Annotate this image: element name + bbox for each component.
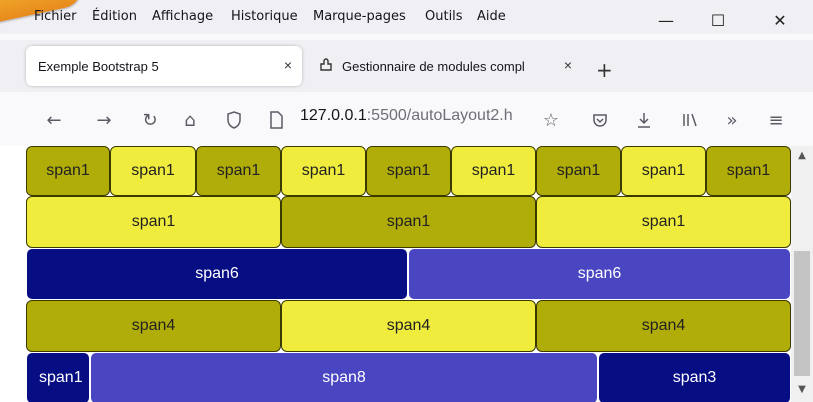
menu-marque-pages[interactable]: Marque-pages xyxy=(313,9,406,24)
page-icon[interactable] xyxy=(262,106,290,134)
span-cell: span1 xyxy=(536,146,621,196)
span-cell: span1 xyxy=(451,146,536,196)
menu-icon[interactable]: ≡ xyxy=(762,106,790,134)
forward-icon[interactable]: → xyxy=(90,106,118,134)
menu-aide[interactable]: Aide xyxy=(477,9,506,24)
scroll-up-icon[interactable]: ▲ xyxy=(791,150,813,161)
url-path: :5500/autoLayout2.h xyxy=(366,107,513,124)
close-tab-icon[interactable]: × xyxy=(284,57,292,73)
vertical-scrollbar[interactable]: ▲ ▼ xyxy=(791,146,813,402)
home-icon[interactable]: ⌂ xyxy=(176,106,204,134)
back-icon[interactable]: ← xyxy=(40,106,68,134)
reload-icon[interactable]: ↻ xyxy=(136,106,164,134)
tab-title: Exemple Bootstrap 5 xyxy=(38,58,159,74)
span-cell: span4 xyxy=(26,300,281,352)
tab-exemple-bootstrap[interactable]: Exemple Bootstrap 5 × xyxy=(26,46,302,86)
library-icon[interactable] xyxy=(676,106,704,134)
menu-historique[interactable]: Historique xyxy=(231,9,298,24)
tab-bar: Exemple Bootstrap 5 × Gestionnaire de mo… xyxy=(0,40,813,92)
menu-outils[interactable]: Outils xyxy=(425,9,463,24)
grid-row-3: span6 span6 xyxy=(26,248,791,300)
span-cell: span1 xyxy=(26,146,110,196)
scroll-down-icon[interactable]: ▼ xyxy=(791,384,813,395)
menu-bar: Fichier Édition Affichage Historique Mar… xyxy=(0,0,813,34)
span-cell: span1 xyxy=(281,146,366,196)
new-tab-button[interactable]: + xyxy=(596,58,613,82)
span-cell: span1 xyxy=(621,146,706,196)
span-cell: span1 xyxy=(196,146,281,196)
menu-fichier[interactable]: Fichier xyxy=(34,9,77,24)
menu-edition[interactable]: Édition xyxy=(92,9,137,24)
minimize-button[interactable]: — xyxy=(643,0,689,40)
shield-icon[interactable] xyxy=(220,106,248,134)
url-bar[interactable]: 127.0.0.1:5500/autoLayout2.h xyxy=(300,107,530,125)
span-cell: span1 xyxy=(281,196,536,248)
span-cell: span6 xyxy=(26,248,408,300)
navigation-bar: ← → ↻ ⌂ 127.0.0.1:5500/autoLayout2.h ☆ »… xyxy=(0,94,813,146)
extension-icon xyxy=(316,57,334,76)
span-cell: span1 xyxy=(26,196,281,248)
span-cell: span6 xyxy=(408,248,791,300)
grid-row-5: span1 span8 span3 xyxy=(26,352,791,402)
tab-gestionnaire-modules[interactable]: Gestionnaire de modules compl × xyxy=(316,46,580,86)
span-cell: span8 xyxy=(90,352,598,402)
download-icon[interactable] xyxy=(630,106,658,134)
span-cell: span3 xyxy=(598,352,791,402)
span-cell: span1 xyxy=(26,352,90,402)
span-cell: span1 xyxy=(110,146,196,196)
page-content: span1 span1 span1 span1 span1 span1 span… xyxy=(0,146,791,402)
url-host: 127.0.0.1 xyxy=(300,107,367,124)
grid-row-4: span4 span4 span4 xyxy=(26,300,791,352)
maximize-button[interactable]: ☐ xyxy=(695,0,741,40)
scrollbar-thumb[interactable] xyxy=(794,251,810,376)
span-cell: span1 xyxy=(536,196,791,248)
close-tab-icon[interactable]: × xyxy=(564,57,572,73)
grid-row-1: span1 span1 span1 span1 span1 span1 span… xyxy=(26,146,791,196)
span-cell: span4 xyxy=(536,300,791,352)
span-cell: span1 xyxy=(706,146,791,196)
grid-row-2: span1 span1 span1 xyxy=(26,196,791,248)
pocket-icon[interactable] xyxy=(586,106,614,134)
close-window-button[interactable]: ✕ xyxy=(757,0,803,40)
span-cell: span1 xyxy=(366,146,451,196)
span-cell: span4 xyxy=(281,300,536,352)
overflow-icon[interactable]: » xyxy=(718,106,746,134)
tab-title: Gestionnaire de modules compl xyxy=(342,58,525,74)
menu-affichage[interactable]: Affichage xyxy=(152,9,213,24)
bookmark-star-icon[interactable]: ☆ xyxy=(537,106,565,134)
